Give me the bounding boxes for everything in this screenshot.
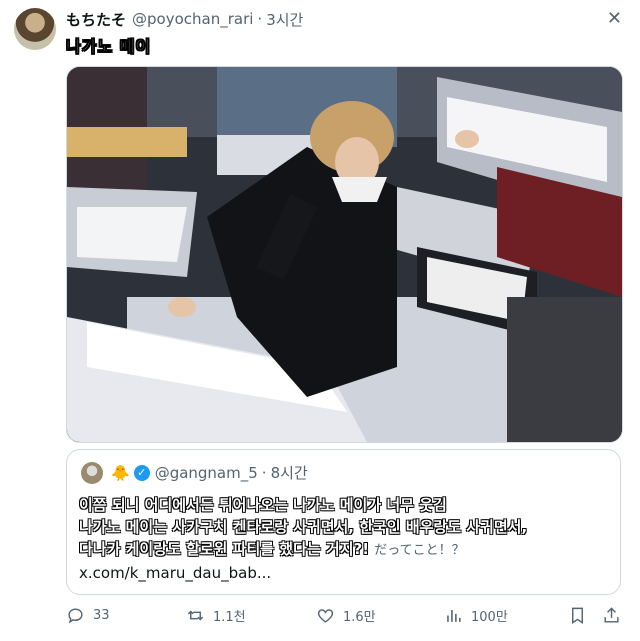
quoted-text-line: 나가노 메이는 사카구치 켄타로랑 사귀면서, 한국인 배우랑도 사귀면서,	[79, 518, 528, 536]
tweet-action-bar: 33 1.1천 1.6만 100만	[66, 606, 619, 632]
bookmark-button[interactable]	[568, 606, 595, 625]
views-button[interactable]: 100만	[444, 606, 508, 625]
views-chart-icon	[447, 609, 461, 622]
bookmark-icon	[572, 607, 583, 624]
author-avatar[interactable]	[14, 8, 56, 50]
quoted-tweet-time[interactable]: 8시간	[271, 462, 308, 483]
quoted-tweet-text: 이쯤 되니 어디에서든 튀어나오는 나가노 메이가 너무 웃김 나가노 메이는 …	[79, 494, 609, 562]
verified-badge-icon: ✓	[133, 464, 150, 481]
retweet-icon	[187, 610, 204, 621]
reply-count: 33	[93, 608, 110, 623]
quoted-tweet[interactable]: 🐥 ✓ @gangnam_5 · 8시간 이쯤 되니 어디에서든 튀어나오는 나…	[66, 449, 621, 595]
reply-button[interactable]: 33	[66, 606, 110, 625]
chick-emoji-icon: 🐥	[111, 463, 130, 482]
retweet-count: 1.1천	[213, 610, 246, 625]
reply-icon	[68, 608, 83, 624]
quoted-link[interactable]: x.com/k_maru_dau_bab...	[79, 564, 271, 582]
heart-icon	[317, 609, 334, 623]
share-icon	[604, 607, 619, 623]
quoted-author-handle[interactable]: @gangnam_5	[155, 464, 258, 482]
views-count: 100만	[471, 610, 508, 625]
keyboard-stage-photo	[67, 67, 622, 442]
quoted-text-line: 다나카 케이랑도 할로윈 파티를 했다는 거지?! だってこと！？	[79, 540, 465, 558]
quoted-japanese-overlay: だってこと！？	[374, 543, 465, 558]
author-handle[interactable]: @poyochan_rari	[132, 10, 253, 28]
retweet-button[interactable]: 1.1천	[186, 606, 246, 625]
tweet-time[interactable]: 3시간	[266, 9, 303, 30]
quoted-author-avatar[interactable]	[81, 462, 103, 484]
like-button[interactable]: 1.6만	[316, 606, 376, 625]
quoted-tweet-header: 🐥 ✓ @gangnam_5 · 8시간	[111, 462, 308, 483]
tweet-header: もちたそ @poyochan_rari · 3시간	[66, 9, 304, 30]
quoted-text-line: 이쯤 되니 어디에서든 튀어나오는 나가노 메이가 너무 웃김	[79, 496, 447, 514]
like-count: 1.6만	[343, 610, 376, 625]
author-name[interactable]: もちたそ	[66, 9, 126, 30]
tweet-media-image[interactable]	[66, 66, 623, 443]
share-button[interactable]	[602, 606, 629, 625]
close-icon[interactable]: ✕	[607, 8, 622, 29]
tweet-text: 나가노 메이	[66, 37, 152, 57]
